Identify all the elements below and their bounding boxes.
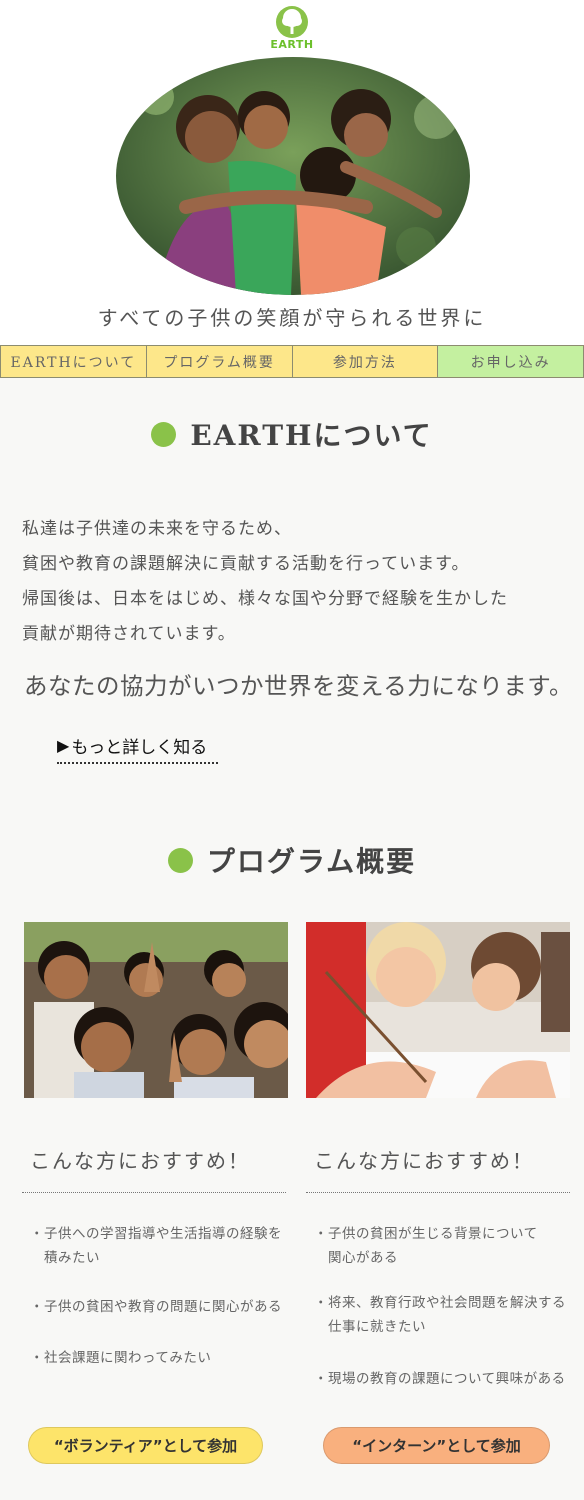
nav-item-participation[interactable]: 参加方法 xyxy=(292,346,439,377)
learn-more-link[interactable]: ▶ もっと詳しく知る xyxy=(57,728,218,764)
green-dot-icon xyxy=(167,847,193,873)
nav-item-about[interactable]: EARTHについて xyxy=(1,346,147,377)
join-intern-button[interactable]: “インターン”として参加 xyxy=(323,1427,550,1464)
nav-item-program[interactable]: プログラム概要 xyxy=(146,346,293,377)
list-item: 子供への学習指導や生活指導の経験を 積みたい xyxy=(22,1222,290,1270)
recommend-list-intern: 子供の貧困が生じる背景について 関心がある 将来、教育行政や社会問題を解決する … xyxy=(306,1222,574,1391)
site-header: EARTH すべての子供の笑顔が守られる世界に xyxy=(0,0,584,345)
program-photo-children-group xyxy=(24,922,288,1098)
recommend-list-volunteer: 子供への学習指導や生活指導の経験を 積みたい 子供の貧困や教育の問題に関心がある… xyxy=(22,1222,290,1370)
about-message: あなたの協力がいつか世界を変える力になります。 xyxy=(24,672,573,700)
program-section-title: プログラム概要 xyxy=(0,840,584,880)
hero-tagline: すべての子供の笑顔が守られる世界に xyxy=(97,306,487,330)
recommend-title-intern: こんな方におすすめ！ xyxy=(306,1145,570,1193)
green-dot-icon xyxy=(151,421,177,447)
list-item: 社会課題に関わってみたい xyxy=(22,1346,290,1370)
logo-text: EARTH xyxy=(270,38,314,51)
triangle-right-icon: ▶ xyxy=(57,735,70,755)
about-description: 私達は子供達の未来を守るため、 貧困や教育の課題解決に貢献する活動を行っています… xyxy=(22,512,562,652)
recommend-title-volunteer: こんな方におすすめ！ xyxy=(22,1145,286,1193)
join-volunteer-button[interactable]: “ボランティア”として参加 xyxy=(28,1427,263,1464)
about-section-title: EARTHについて xyxy=(0,414,584,454)
hero-image-children xyxy=(116,57,470,295)
list-item: 将来、教育行政や社会問題を解決する 仕事に就きたい xyxy=(306,1291,574,1339)
list-item: 子供の貧困が生じる背景について 関心がある xyxy=(306,1222,574,1270)
tree-logo-icon xyxy=(276,6,308,38)
program-title-text: プログラム概要 xyxy=(206,845,417,878)
list-item: 現場の教育の課題について興味がある xyxy=(306,1367,574,1391)
program-photo-children-drawing xyxy=(306,922,570,1098)
learn-more-label: もっと詳しく知る xyxy=(71,737,208,758)
about-line: 私達は子供達の未来を守るため、 xyxy=(22,519,292,539)
about-line: 貢献が期待されています。 xyxy=(22,624,236,644)
about-title-text: EARTHについて xyxy=(190,419,433,452)
main-nav: EARTHについて プログラム概要 参加方法 お申し込み xyxy=(0,345,584,378)
about-line: 貧困や教育の課題解決に貢献する活動を行っています。 xyxy=(22,554,470,574)
site-logo[interactable]: EARTH xyxy=(266,4,318,54)
nav-item-apply[interactable]: お申し込み xyxy=(438,346,583,377)
list-item: 子供の貧困や教育の問題に関心がある xyxy=(22,1295,290,1319)
about-line: 帰国後は、日本をはじめ、様々な国や分野で経験を生かした xyxy=(22,589,508,609)
